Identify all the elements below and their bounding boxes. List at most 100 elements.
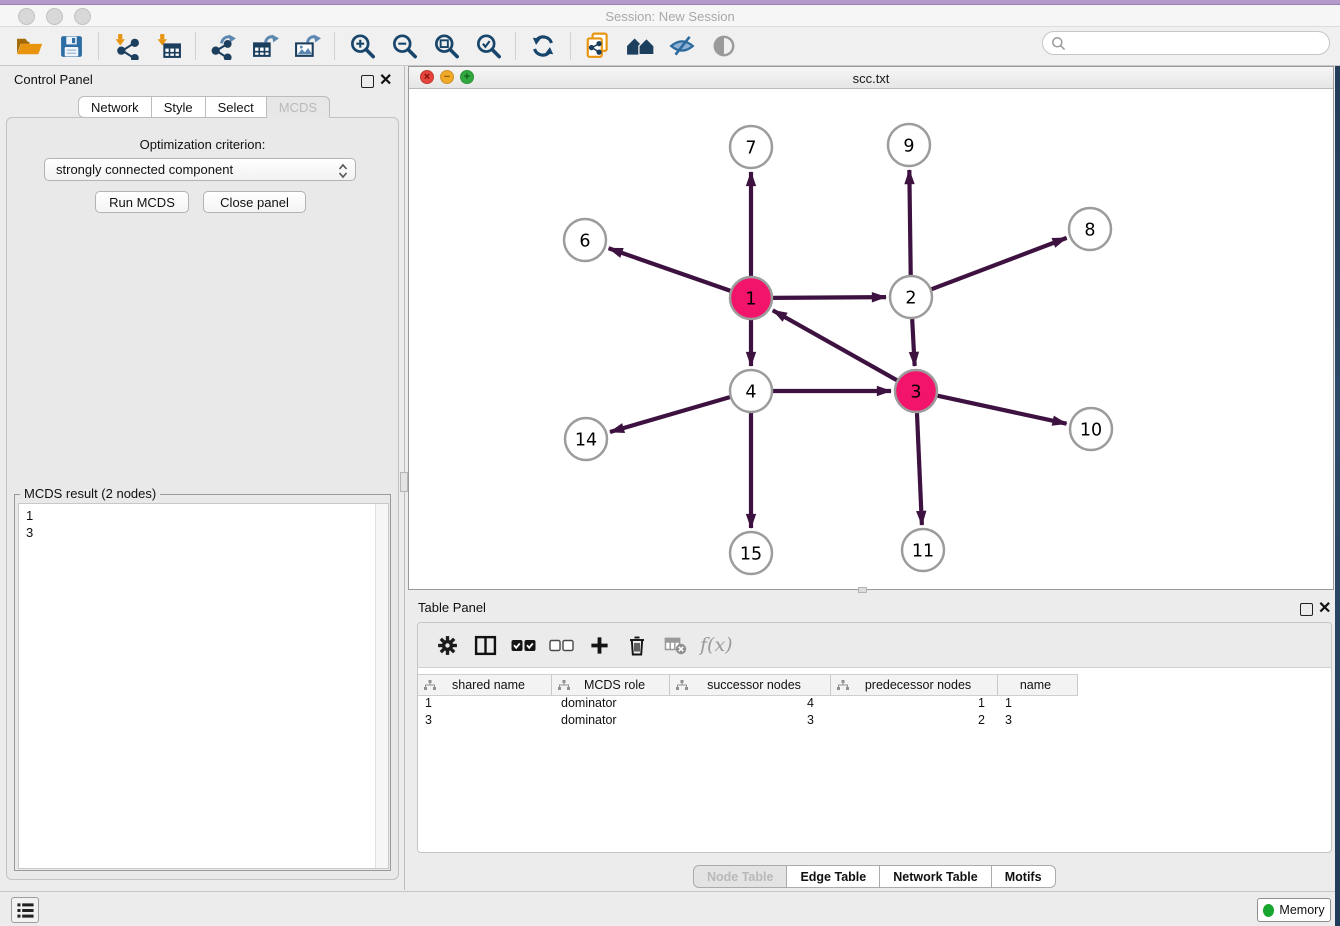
export-table-icon[interactable] — [247, 29, 283, 63]
table-toolbar: f(x) — [418, 623, 1331, 668]
table-mode-gear-icon[interactable] — [432, 630, 462, 660]
save-session-icon[interactable] — [53, 29, 89, 63]
column-header-MCDS-role[interactable]: MCDS role — [552, 675, 670, 695]
column-pane-icon[interactable] — [470, 630, 500, 660]
column-header-successor-nodes[interactable]: successor nodes — [670, 675, 831, 695]
control-panel-title: Control Panel — [14, 72, 93, 87]
column-header-label: predecessor nodes — [849, 678, 997, 692]
graph-edge-1-6[interactable] — [609, 248, 731, 290]
cell-MCDS-role[interactable]: dominator — [552, 696, 670, 713]
graph-node-label: 11 — [912, 541, 934, 561]
cell-name[interactable]: 1 — [998, 696, 1078, 713]
deselect-all-icon[interactable] — [546, 630, 576, 660]
graph-edge-4-14[interactable] — [610, 397, 730, 432]
mcds-result-text[interactable]: 13 — [18, 503, 389, 869]
hierarchy-icon — [676, 680, 688, 691]
network-resize-grip[interactable] — [858, 587, 867, 593]
network-view-window: × − + scc.txt 1234678910111415 — [408, 66, 1334, 590]
zoom-fit-icon[interactable] — [428, 29, 464, 63]
control-panel-tabs: NetworkStyleSelectMCDS — [78, 96, 330, 118]
search-input[interactable] — [1070, 35, 1324, 52]
hierarchy-icon — [558, 680, 570, 691]
copy-network-icon[interactable] — [580, 29, 616, 63]
graph-edge-3-1[interactable] — [773, 310, 897, 380]
result-line: 3 — [26, 524, 388, 541]
graph-edge-2-9[interactable] — [909, 170, 910, 275]
delete-table-icon[interactable] — [660, 630, 690, 660]
cell-successor-nodes[interactable]: 4 — [670, 696, 831, 713]
zoom-in-icon[interactable] — [344, 29, 380, 63]
zoom-selected-icon[interactable] — [470, 29, 506, 63]
tab-network[interactable]: Network — [78, 96, 152, 118]
column-header-name[interactable]: name — [998, 675, 1078, 695]
optimization-criterion-select[interactable]: strongly connected component — [44, 158, 356, 181]
import-table-icon[interactable] — [150, 29, 186, 63]
result-scrollbar[interactable] — [375, 504, 388, 868]
graph-node-label: 4 — [745, 382, 756, 402]
show-panels-icon[interactable] — [706, 29, 742, 63]
create-column-icon[interactable] — [584, 630, 614, 660]
tab-edge-table[interactable]: Edge Table — [787, 865, 880, 888]
control-panel-float-icon[interactable] — [361, 75, 374, 88]
open-file-icon[interactable] — [11, 29, 47, 63]
tab-motifs[interactable]: Motifs — [992, 865, 1056, 888]
export-network-icon[interactable] — [205, 29, 241, 63]
table-row[interactable]: 3dominator323 — [418, 713, 1078, 730]
graph-edge-3-10[interactable] — [937, 396, 1066, 424]
network-graph-canvas[interactable]: 1234678910111415 — [409, 89, 1333, 589]
mcds-result-fieldset: MCDS result (2 nodes) 13 — [14, 494, 391, 871]
cell-MCDS-role[interactable]: dominator — [552, 713, 670, 730]
graph-node-label: 10 — [1080, 420, 1102, 440]
refresh-icon[interactable] — [525, 29, 561, 63]
column-header-label: successor nodes — [688, 678, 830, 692]
graph-node-label: 1 — [745, 289, 756, 309]
column-header-predecessor-nodes[interactable]: predecessor nodes — [831, 675, 998, 695]
app-titlebar: Session: New Session — [0, 5, 1340, 27]
cell-shared-name[interactable]: 1 — [418, 696, 552, 713]
control-panel-close-icon[interactable]: ✕ — [379, 75, 392, 86]
cell-predecessor-nodes[interactable]: 2 — [831, 713, 998, 730]
table-panel-title: Table Panel — [418, 600, 486, 615]
graph-edge-1-2[interactable] — [773, 297, 886, 298]
cell-name[interactable]: 3 — [998, 713, 1078, 730]
tab-mcds[interactable]: MCDS — [267, 96, 330, 118]
search-field[interactable] — [1042, 31, 1330, 55]
table-panel-body: f(x) shared name MCDS role successor nodes… — [417, 622, 1332, 853]
column-header-label: shared name — [436, 678, 551, 692]
function-builder-icon[interactable]: f(x) — [700, 634, 733, 656]
table-row[interactable]: 1dominator411 — [418, 696, 1078, 713]
column-header-label: name — [1004, 678, 1077, 692]
status-bar: Memory — [0, 891, 1340, 926]
network-view-titlebar: × − + scc.txt — [409, 67, 1333, 89]
zoom-out-icon[interactable] — [386, 29, 422, 63]
memory-button[interactable]: Memory — [1257, 898, 1331, 922]
splitter-grip[interactable] — [400, 472, 408, 492]
delete-columns-icon[interactable] — [622, 630, 652, 660]
tab-select[interactable]: Select — [206, 96, 267, 118]
toolbar-separator — [515, 32, 516, 60]
table-panel-float-icon[interactable] — [1300, 603, 1313, 616]
cell-successor-nodes[interactable]: 3 — [670, 713, 831, 730]
import-network-icon[interactable] — [108, 29, 144, 63]
log-console-button[interactable] — [11, 897, 39, 923]
export-image-icon[interactable] — [289, 29, 325, 63]
run-mcds-button[interactable]: Run MCDS — [95, 191, 189, 213]
select-all-icon[interactable] — [508, 630, 538, 660]
graph-edge-3-11[interactable] — [917, 413, 922, 525]
network-title: scc.txt — [409, 71, 1333, 86]
table-panel-close-icon[interactable]: ✕ — [1318, 603, 1331, 614]
cell-shared-name[interactable]: 3 — [418, 713, 552, 730]
hide-panels-icon[interactable] — [664, 29, 700, 63]
tab-node-table[interactable]: Node Table — [693, 865, 787, 888]
graph-edge-2-8[interactable] — [932, 238, 1067, 289]
toolbar-separator — [98, 32, 99, 60]
home-icon[interactable] — [622, 29, 658, 63]
tab-style[interactable]: Style — [152, 96, 206, 118]
column-header-shared-name[interactable]: shared name — [418, 675, 552, 695]
tab-network-table[interactable]: Network Table — [880, 865, 992, 888]
column-header-label: MCDS role — [570, 678, 669, 692]
graph-edge-2-3[interactable] — [912, 319, 915, 366]
cell-predecessor-nodes[interactable]: 1 — [831, 696, 998, 713]
close-panel-button[interactable]: Close panel — [203, 191, 306, 213]
list-icon — [16, 901, 35, 920]
